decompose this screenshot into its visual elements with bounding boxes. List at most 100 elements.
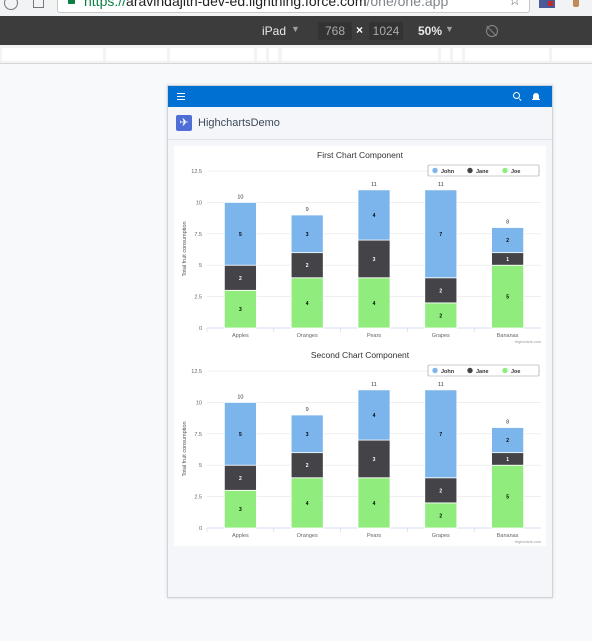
media-query-segment[interactable] [2, 48, 103, 61]
x-tick-label: Apples [232, 333, 249, 339]
search-icon[interactable] [513, 92, 520, 99]
lock-icon[interactable] [68, 0, 75, 4]
zoom-select[interactable]: 50% [418, 24, 442, 38]
bar-data-label: 4 [373, 301, 376, 307]
media-query-segment[interactable] [453, 48, 462, 61]
y-tick-label: 2.5 [194, 295, 202, 301]
media-query-segment[interactable] [282, 48, 438, 61]
browser-toolbar: https://aravindajith-dev-ed.lightning.fo… [0, 0, 592, 17]
legend-label: John [441, 369, 455, 375]
legend-marker-joe [502, 167, 508, 174]
stack-total-label: 10 [237, 194, 243, 200]
address-bar[interactable]: https://aravindajith-dev-ed.lightning.fo… [57, 0, 530, 13]
legend-marker-joe [502, 367, 508, 374]
stack-total-label: 11 [438, 382, 444, 388]
legend-marker-john [432, 367, 438, 374]
stack-total-label: 9 [306, 407, 309, 413]
bar-data-label: 4 [373, 501, 376, 507]
stack-total-label: 8 [506, 220, 509, 226]
address-url[interactable]: https://aravindajith-dev-ed.lightning.fo… [84, 0, 448, 8]
viewport-height-input[interactable]: 1024 [369, 22, 403, 40]
app-title: HighchartsDemo [198, 117, 280, 129]
y-tick-label: 0 [199, 326, 202, 332]
stack-total-label: 11 [371, 182, 377, 188]
bar-data-label: 2 [506, 438, 509, 444]
bar-data-label: 5 [239, 432, 242, 438]
bookmark-star-icon[interactable]: ☆ [508, 0, 521, 7]
bar-data-label: 3 [373, 257, 376, 263]
bar-data-label: 3 [239, 507, 242, 513]
y-tick-label: 2.5 [194, 495, 202, 501]
chevron-down-icon[interactable]: ▼ [445, 24, 454, 34]
rocket-icon: ✈ [176, 115, 192, 131]
extension-icon[interactable] [573, 0, 579, 7]
bar-data-label: 4 [373, 213, 376, 219]
chart-title: Second Chart Component [311, 350, 410, 360]
x-tick-label: Bananas [497, 533, 519, 539]
page-icon[interactable] [33, 0, 44, 8]
info-icon[interactable] [4, 0, 18, 10]
charts-svg: First Chart Component Total fruit consump… [182, 150, 541, 544]
device-toolbar: iPad ▼ 768 × 1024 50% ▼ [0, 16, 592, 45]
y-axis-label: Total fruit consumption [182, 421, 188, 476]
url-path: /one/one.app [366, 0, 449, 9]
media-query-segment[interactable] [269, 48, 278, 61]
x-tick-label: Pears [367, 533, 382, 539]
media-query-segment[interactable] [170, 48, 254, 61]
bar-data-label: 4 [306, 301, 309, 307]
media-query-segment[interactable] [552, 48, 592, 61]
bar-data-label: 2 [239, 276, 242, 282]
stack-total-label: 9 [306, 207, 309, 213]
bar-data-label: 4 [373, 413, 376, 419]
y-tick-label: 0 [199, 526, 202, 532]
media-query-segment[interactable] [106, 48, 167, 61]
bar-data-label: 3 [373, 457, 376, 463]
bar-data-label: 2 [239, 476, 242, 482]
media-query-segment[interactable] [257, 48, 266, 61]
x-tick-label: Grapes [432, 333, 450, 339]
device-select[interactable]: iPad [262, 24, 286, 38]
extension-flag-icon[interactable] [539, 0, 555, 8]
stack-total-label: 11 [438, 182, 444, 188]
bar-data-label: 1 [506, 457, 509, 463]
x-tick-label: Oranges [297, 333, 318, 339]
y-tick-label: 5 [199, 263, 202, 269]
legend-label: Jane [476, 169, 489, 175]
rotate-icon[interactable] [486, 25, 498, 37]
chart-2: Second Chart Component Total fruit consum… [182, 350, 541, 544]
y-tick-label: 7.5 [194, 232, 202, 238]
stack-total-label: 8 [506, 420, 509, 426]
bar-data-label: 2 [506, 238, 509, 244]
x-tick-label: Oranges [297, 533, 318, 539]
legend-marker-jane [467, 367, 473, 374]
chart-credit: Highcharts.com [515, 540, 541, 544]
bell-icon[interactable] [532, 93, 540, 100]
legend-label: John [441, 169, 455, 175]
legend-label: Joe [511, 169, 520, 175]
media-query-segment[interactable] [441, 48, 450, 61]
menu-icon[interactable] [177, 93, 185, 100]
bar-data-label: 3 [306, 232, 309, 238]
media-query-segment[interactable] [465, 48, 549, 61]
bar-data-label: 2 [439, 513, 442, 519]
url-scheme: https:// [84, 0, 127, 9]
chart-panel: First Chart Component Total fruit consump… [174, 146, 546, 546]
bar-data-label: 5 [506, 495, 509, 501]
chevron-down-icon[interactable]: ▼ [291, 24, 300, 34]
y-tick-label: 12.5 [191, 169, 202, 175]
bar-data-label: 5 [506, 295, 509, 301]
bar-data-label: 2 [306, 463, 309, 469]
x-tick-label: Pears [367, 333, 382, 339]
y-tick-label: 7.5 [194, 432, 202, 438]
url-host: aravindajith-dev-ed.lightning.force.com [126, 0, 367, 9]
bar-data-label: 7 [439, 232, 442, 238]
legend-label: Joe [511, 369, 520, 375]
dimension-separator: × [356, 23, 364, 37]
viewport-width-input[interactable]: 768 [318, 22, 352, 40]
bar-data-label: 3 [306, 432, 309, 438]
y-tick-label: 10 [196, 200, 202, 206]
y-axis-label: Total fruit consumption [182, 221, 188, 276]
legend-marker-john [432, 167, 438, 174]
bar-data-label: 2 [439, 488, 442, 494]
bar-data-label: 5 [239, 232, 242, 238]
